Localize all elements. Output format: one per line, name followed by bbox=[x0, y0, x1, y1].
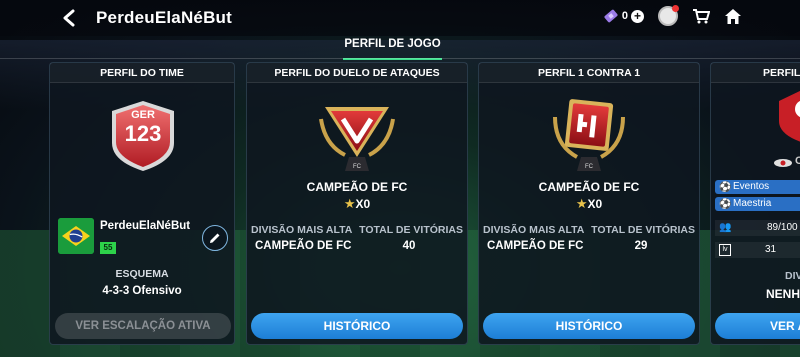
highest-division-value: CAMPEÃO DE FC bbox=[255, 240, 352, 252]
star-icon: ★ bbox=[343, 196, 356, 211]
pencil-icon bbox=[210, 233, 220, 243]
ball-icon: ⚽ bbox=[719, 182, 732, 193]
division-value: NENH bbox=[766, 287, 800, 301]
history-button[interactable]: HISTÓRICO bbox=[251, 313, 463, 339]
club-mini-crest-icon bbox=[773, 155, 793, 167]
card-header: PERFIL 1 CONTRA 1 bbox=[479, 63, 699, 83]
total-wins-value: 40 bbox=[402, 240, 416, 252]
card-header: PERFIL DO DUELO DE ATAQUES bbox=[247, 63, 467, 83]
ticket-icon bbox=[604, 9, 618, 23]
card-header: PERFIL DO TIME bbox=[50, 63, 234, 83]
coins-value: 0 bbox=[621, 10, 628, 22]
stats-labels: DIVISÃO MAIS ALTA TOTAL DE VITÓRIAS bbox=[483, 224, 695, 236]
edit-button[interactable] bbox=[202, 225, 228, 251]
back-button[interactable] bbox=[54, 3, 84, 33]
club-crest-icon bbox=[779, 90, 800, 142]
team-profile-card: PERFIL DO TIME GER 123 PerdeuElaNéBut 55 bbox=[49, 62, 235, 345]
club-profile-card: PERFIL C ⚽ Eventos ⚽ Maestria 👥 89/100 l… bbox=[710, 62, 800, 345]
total-wins-label: TOTAL DE VITÓRIAS bbox=[359, 224, 463, 236]
fc-champion-trophy-icon: FC bbox=[553, 99, 625, 171]
brazil-flag-icon bbox=[58, 218, 94, 254]
scheme-label: ESQUEMA bbox=[115, 268, 169, 280]
ball-icon: ⚽ bbox=[719, 199, 732, 210]
star-value: X0 bbox=[355, 197, 371, 211]
star-count: ★X0 bbox=[479, 196, 699, 212]
svg-text:FC: FC bbox=[585, 164, 594, 170]
chevron-left-icon bbox=[63, 9, 75, 27]
highest-division-label: DIVISÃO MAIS ALTA bbox=[483, 224, 585, 236]
rating-value: 123 bbox=[124, 121, 162, 146]
notification-dot bbox=[672, 5, 679, 12]
top-right-icons: 0 + bbox=[603, 5, 742, 26]
player-name: PerdeuElaNéBut bbox=[100, 220, 191, 232]
ball-icon[interactable] bbox=[658, 5, 679, 26]
champion-title: CAMPEÃO DE FC bbox=[306, 180, 408, 194]
total-wins-label: TOTAL DE VITÓRIAS bbox=[591, 224, 695, 236]
top-bar: PerdeuElaNéBut 0 + bbox=[0, 0, 800, 36]
total-wins-value: 29 bbox=[634, 240, 648, 252]
mastery-pill[interactable]: ⚽ Maestria bbox=[715, 197, 800, 211]
history-button[interactable]: HISTÓRICO bbox=[483, 313, 695, 339]
rating-label: GER bbox=[131, 109, 155, 121]
highest-division-label: DIVISÃO MAIS ALTA bbox=[251, 224, 353, 236]
card-header: PERFIL bbox=[711, 63, 800, 83]
view-button[interactable]: VER A bbox=[715, 313, 800, 339]
coins-display[interactable]: 0 + bbox=[603, 8, 644, 24]
events-pill[interactable]: ⚽ Eventos bbox=[715, 180, 800, 194]
level-badge: 55 bbox=[100, 242, 116, 254]
view-active-lineup-button[interactable]: VER ESCALAÇÃO ATIVA bbox=[55, 313, 231, 339]
page-title: PerdeuElaNéBut bbox=[96, 8, 233, 27]
division-label: DIV bbox=[785, 270, 800, 282]
divider bbox=[0, 58, 800, 59]
one-v-one-card: PERFIL 1 CONTRA 1 FC CAMPEÃO DE FC ★X0 D… bbox=[478, 62, 700, 345]
members-row: 👥 89/100 bbox=[715, 220, 800, 236]
members-icon: 👥 bbox=[719, 222, 732, 233]
rating-badge: GER 123 bbox=[108, 99, 178, 173]
events-label: Eventos bbox=[733, 181, 770, 192]
star-count: ★X0 bbox=[247, 196, 467, 212]
level-row: lv 31 bbox=[715, 242, 800, 258]
fc-champion-trophy-icon: FC bbox=[319, 107, 395, 171]
home-icon[interactable] bbox=[724, 8, 742, 25]
stats-values: CAMPEÃO DE FC 29 bbox=[487, 240, 691, 252]
members-value: 89/100 bbox=[767, 222, 798, 233]
level-icon: lv bbox=[719, 244, 731, 256]
star-value: X0 bbox=[587, 197, 603, 211]
tab-game-profile[interactable]: PERFIL DE JOGO bbox=[335, 38, 450, 60]
scheme-value: 4-3-3 Ofensivo bbox=[102, 285, 182, 297]
attack-duel-card: PERFIL DO DUELO DE ATAQUES FC CAMPEÃO DE… bbox=[246, 62, 468, 345]
svg-text:FC: FC bbox=[353, 164, 362, 170]
star-icon: ★ bbox=[575, 196, 588, 211]
stats-values: CAMPEÃO DE FC 40 bbox=[255, 240, 459, 252]
stats-labels: DIVISÃO MAIS ALTA TOTAL DE VITÓRIAS bbox=[251, 224, 463, 236]
shop-cart-icon[interactable] bbox=[692, 8, 710, 24]
highest-division-value: CAMPEÃO DE FC bbox=[487, 240, 584, 252]
champion-title: CAMPEÃO DE FC bbox=[538, 180, 640, 194]
level-value: 31 bbox=[765, 244, 777, 255]
add-coins-icon[interactable]: + bbox=[631, 9, 644, 23]
tab-label: PERFIL DE JOGO bbox=[344, 38, 441, 50]
club-name: C bbox=[795, 155, 800, 167]
mastery-label: Maestria bbox=[733, 198, 772, 209]
